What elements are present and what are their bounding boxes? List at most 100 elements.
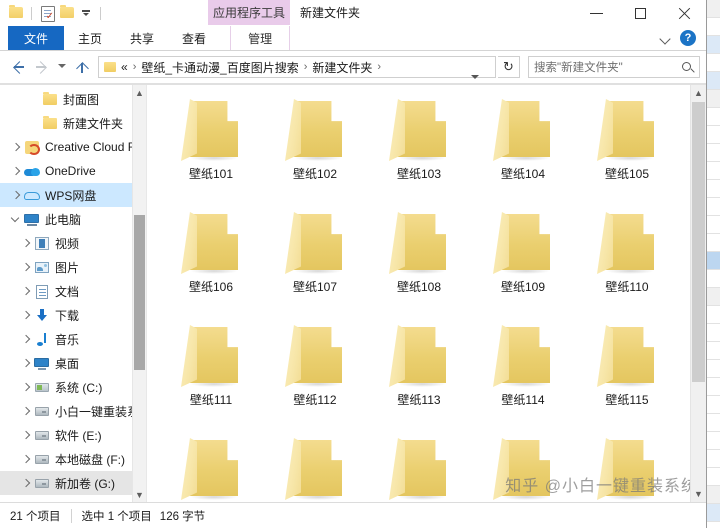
maximize-button[interactable] bbox=[618, 0, 662, 26]
file-item[interactable] bbox=[471, 430, 575, 502]
chevron-right-icon[interactable] bbox=[8, 159, 23, 183]
bg-row bbox=[706, 198, 720, 216]
sidebar-item-2[interactable]: Creative Cloud Fil bbox=[0, 135, 146, 159]
refresh-button[interactable]: ↻ bbox=[498, 56, 520, 78]
forward-button[interactable] bbox=[30, 55, 54, 79]
chevron-down-icon[interactable] bbox=[8, 207, 23, 231]
chevron-right-icon[interactable] bbox=[18, 399, 33, 423]
this-pc-icon bbox=[23, 210, 41, 228]
back-button[interactable] bbox=[6, 55, 30, 79]
up-button[interactable] bbox=[70, 55, 94, 79]
tab-home[interactable]: 主页 bbox=[64, 26, 116, 50]
sidebar-item-5[interactable]: 此电脑 bbox=[0, 207, 146, 231]
tab-manage[interactable]: 管理 bbox=[230, 26, 291, 50]
chevron-right-icon[interactable] bbox=[8, 135, 23, 159]
chevron-right-icon[interactable] bbox=[18, 279, 33, 303]
sidebar-item-14[interactable]: 软件 (E:) bbox=[0, 423, 146, 447]
breadcrumb-item-2[interactable]: 新建文件夹 bbox=[312, 59, 372, 76]
search-icon[interactable] bbox=[681, 61, 694, 74]
breadcrumb[interactable]: « › 壁纸_卡通动漫_百度图片搜索 › 新建文件夹 › bbox=[98, 56, 496, 79]
file-item[interactable]: 壁纸106 bbox=[159, 204, 263, 317]
scroll-up-icon[interactable]: ▲ bbox=[691, 85, 706, 101]
file-item[interactable]: 壁纸105 bbox=[575, 91, 679, 204]
file-item[interactable]: 壁纸108 bbox=[367, 204, 471, 317]
chevron-right-icon[interactable] bbox=[18, 303, 33, 327]
file-item[interactable] bbox=[367, 430, 471, 502]
bg-row bbox=[706, 432, 720, 450]
chevron-right-icon[interactable] bbox=[18, 231, 33, 255]
minimize-button[interactable] bbox=[574, 0, 618, 26]
search-input[interactable]: 搜索"新建文件夹" bbox=[528, 56, 700, 78]
sidebar-item-1[interactable]: 新建文件夹 bbox=[0, 111, 146, 135]
sidebar-item-12[interactable]: 系统 (C:) bbox=[0, 375, 146, 399]
file-item[interactable]: 壁纸102 bbox=[263, 91, 367, 204]
bg-row bbox=[706, 234, 720, 252]
help-button[interactable]: ? bbox=[680, 30, 696, 46]
sidebar-item-3[interactable]: OneDrive bbox=[0, 159, 146, 183]
tab-share[interactable]: 共享 bbox=[116, 26, 168, 50]
navigation-scrollbar[interactable]: ▲ ▼ bbox=[132, 85, 146, 502]
file-item[interactable]: 壁纸110 bbox=[575, 204, 679, 317]
sidebar-item-13[interactable]: 小白一键重装系统 bbox=[0, 399, 146, 423]
scrollbar-thumb[interactable] bbox=[692, 102, 705, 382]
scroll-down-icon[interactable]: ▼ bbox=[691, 486, 706, 502]
sidebar-item-11[interactable]: 桌面 bbox=[0, 351, 146, 375]
bg-row bbox=[706, 486, 720, 504]
tab-file[interactable]: 文件 bbox=[8, 26, 65, 50]
customize-caret-icon[interactable] bbox=[79, 5, 93, 21]
new-folder-icon[interactable] bbox=[59, 5, 75, 21]
chevron-down-icon[interactable] bbox=[658, 30, 674, 46]
file-item[interactable] bbox=[159, 430, 263, 502]
close-button[interactable] bbox=[662, 0, 706, 26]
file-item[interactable]: 壁纸113 bbox=[367, 317, 471, 430]
chevron-right-icon[interactable] bbox=[18, 255, 33, 279]
chevron-right-icon[interactable] bbox=[18, 423, 33, 447]
sidebar-item-15[interactable]: 本地磁盘 (F:) bbox=[0, 447, 146, 471]
tab-view[interactable]: 查看 bbox=[168, 26, 220, 50]
sidebar-item-8[interactable]: 文档 bbox=[0, 279, 146, 303]
file-item[interactable] bbox=[263, 430, 367, 502]
sidebar-item-10[interactable]: 音乐 bbox=[0, 327, 146, 351]
sidebar-item-16[interactable]: 新加卷 (G:) bbox=[0, 471, 146, 495]
folder-icon[interactable] bbox=[8, 5, 24, 21]
maximize-icon bbox=[634, 7, 646, 19]
chevron-right-icon[interactable] bbox=[18, 351, 33, 375]
quick-access-toolbar: ✓ bbox=[0, 0, 104, 26]
chevron-right-icon[interactable] bbox=[18, 375, 33, 399]
chevron-right-icon[interactable] bbox=[18, 447, 33, 471]
search-placeholder: 搜索"新建文件夹" bbox=[534, 62, 623, 74]
sidebar-item-7[interactable]: 图片 bbox=[0, 255, 146, 279]
chevron-right-icon[interactable] bbox=[8, 183, 23, 207]
file-item[interactable] bbox=[575, 430, 679, 502]
sidebar-item-4[interactable]: WPS网盘 bbox=[0, 183, 146, 207]
sidebar-item-0[interactable]: 封面图 bbox=[0, 87, 146, 111]
scroll-up-icon[interactable]: ▲ bbox=[133, 85, 146, 100]
chevron-right-icon[interactable] bbox=[18, 327, 33, 351]
file-item[interactable]: 壁纸109 bbox=[471, 204, 575, 317]
file-item[interactable]: 壁纸115 bbox=[575, 317, 679, 430]
file-item[interactable]: 壁纸111 bbox=[159, 317, 263, 430]
folder-icon bbox=[41, 90, 59, 108]
file-list-pane[interactable]: 壁纸101 壁纸102 壁纸103 壁纸104 壁纸105 壁纸106 壁纸107 壁纸108… bbox=[147, 85, 706, 502]
file-item[interactable]: 壁纸107 bbox=[263, 204, 367, 317]
file-item[interactable]: 壁纸103 bbox=[367, 91, 471, 204]
file-list-scrollbar[interactable]: ▲ ▼ bbox=[690, 85, 706, 502]
folder-icon bbox=[493, 438, 553, 500]
system-drive-icon bbox=[33, 378, 51, 396]
file-item[interactable]: 壁纸114 bbox=[471, 317, 575, 430]
sidebar-item-9[interactable]: 下载 bbox=[0, 303, 146, 327]
scroll-down-icon[interactable]: ▼ bbox=[133, 487, 146, 502]
file-item[interactable]: 壁纸104 bbox=[471, 91, 575, 204]
recent-locations-button[interactable] bbox=[54, 55, 70, 79]
minimize-icon bbox=[589, 12, 603, 14]
breadcrumb-overflow[interactable]: « bbox=[121, 60, 128, 74]
chevron-right-icon[interactable] bbox=[18, 471, 33, 495]
properties-icon[interactable]: ✓ bbox=[39, 5, 55, 22]
bg-row bbox=[706, 288, 720, 306]
breadcrumb-separator: › bbox=[132, 61, 137, 73]
breadcrumb-item-1[interactable]: 壁纸_卡通动漫_百度图片搜索 bbox=[141, 59, 298, 76]
scrollbar-thumb[interactable] bbox=[134, 215, 145, 370]
sidebar-item-6[interactable]: 视频 bbox=[0, 231, 146, 255]
file-item[interactable]: 壁纸101 bbox=[159, 91, 263, 204]
file-item[interactable]: 壁纸112 bbox=[263, 317, 367, 430]
